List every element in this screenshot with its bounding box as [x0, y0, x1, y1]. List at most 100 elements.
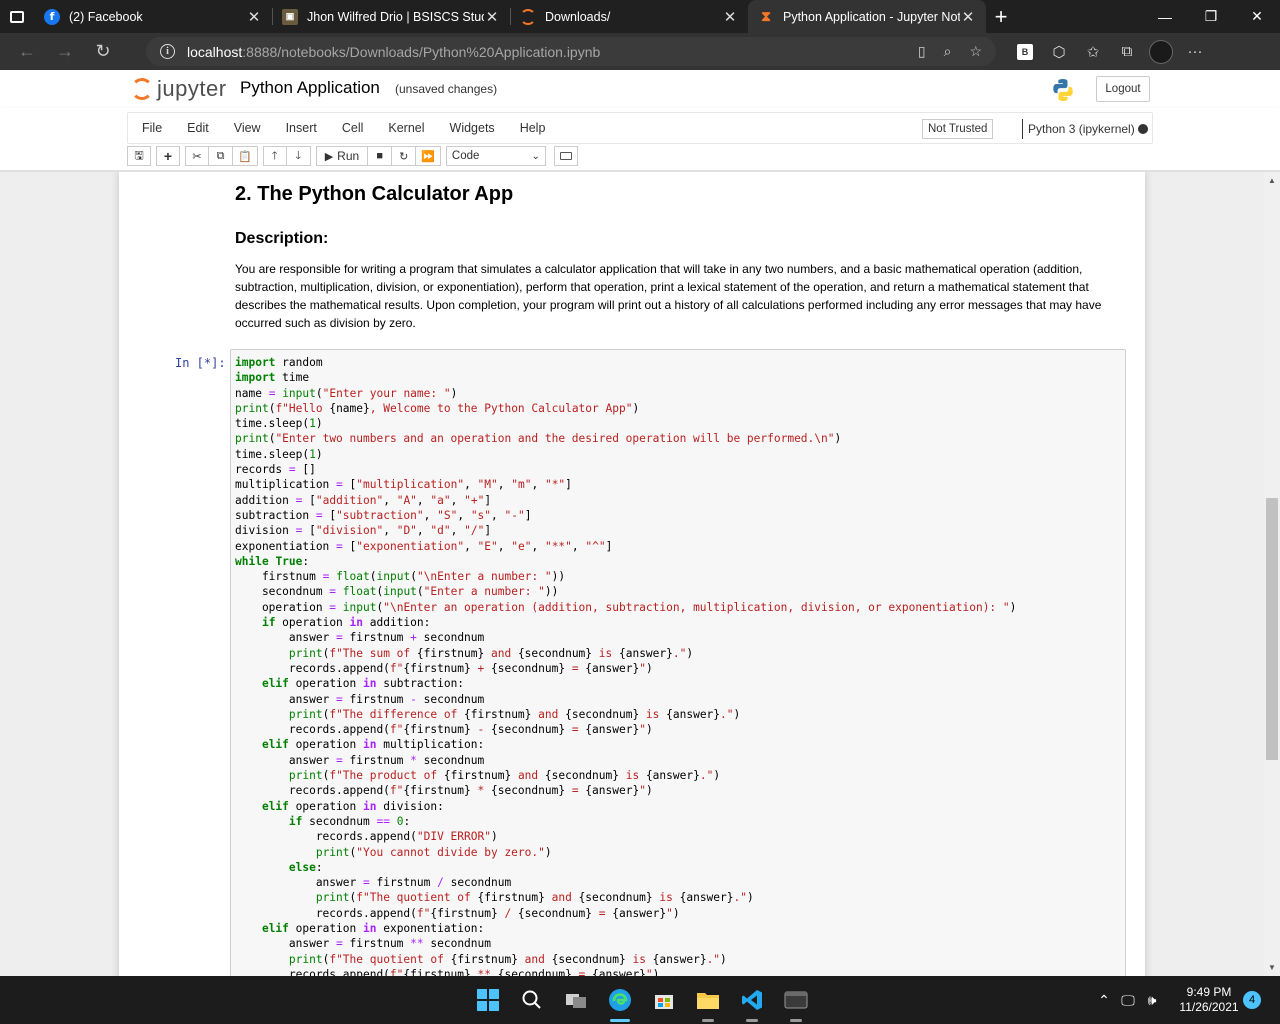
- scrollbar-thumb[interactable]: [1266, 498, 1278, 760]
- vscode-icon: [742, 990, 762, 1010]
- cut-button[interactable]: ✂: [185, 146, 209, 166]
- scroll-up-icon[interactable]: ▲: [1268, 176, 1276, 185]
- taskbar-store[interactable]: [642, 976, 686, 1024]
- cell-type-select[interactable]: Code ⌄: [445, 146, 546, 166]
- menu-insert[interactable]: Insert: [273, 121, 329, 135]
- play-icon: ▶: [324, 150, 334, 163]
- jupyter-logo[interactable]: jupyter: [131, 76, 227, 102]
- restore-icon: ❐: [1204, 8, 1218, 24]
- network-icon[interactable]: 🖵: [1116, 992, 1140, 1009]
- description-heading: Description:: [235, 230, 329, 247]
- url-text[interactable]: localhost:8888/notebooks/Downloads/Pytho…: [187, 44, 600, 60]
- restart-run-all-button[interactable]: ⏩: [416, 146, 441, 166]
- paste-icon: 📋: [238, 150, 252, 163]
- browser-tab-profile[interactable]: ▣ Jhon Wilfred Drio | BSISCS Stude ✕: [272, 0, 510, 33]
- read-aloud-icon[interactable]: ▯: [918, 43, 926, 60]
- volume-icon[interactable]: 🕪: [1140, 992, 1164, 1009]
- browser-tab-facebook[interactable]: f (2) Facebook ✕: [34, 0, 272, 33]
- stop-icon: ■: [376, 150, 384, 162]
- settings-more-button[interactable]: ···: [1178, 33, 1212, 70]
- menu-cell[interactable]: Cell: [329, 121, 376, 135]
- collections-button[interactable]: ⧉: [1110, 33, 1144, 70]
- terminal-icon: [784, 991, 808, 1009]
- taskbar-clock[interactable]: 9:49 PM 11/26/2021: [1178, 985, 1240, 1015]
- system-tray: ⌃ 🖵 🕪: [1092, 976, 1164, 1024]
- close-icon[interactable]: ✕: [722, 8, 738, 26]
- trust-status-button[interactable]: Not Trusted: [922, 119, 994, 139]
- show-hidden-icons-icon[interactable]: ⌃: [1092, 992, 1116, 1009]
- interrupt-button[interactable]: ■: [368, 146, 393, 166]
- description-text: You are responsible for writing a progra…: [235, 262, 1102, 330]
- close-icon[interactable]: ✕: [960, 8, 976, 26]
- extension-b-button[interactable]: B: [1008, 33, 1042, 70]
- address-bar[interactable]: i localhost:8888/notebooks/Downloads/Pyt…: [146, 37, 996, 66]
- taskbar-edge[interactable]: [598, 976, 642, 1024]
- start-button[interactable]: [466, 976, 510, 1024]
- tab-title: Jhon Wilfred Drio | BSISCS Stude: [307, 9, 484, 24]
- paste-button[interactable]: 📋: [233, 146, 258, 166]
- copy-button[interactable]: ⧉: [209, 146, 233, 166]
- jupyter-logo-icon: [131, 78, 153, 100]
- chevron-down-icon: ⌄: [531, 150, 540, 162]
- code-cell[interactable]: import random import time name = input("…: [230, 349, 1126, 976]
- minimize-button[interactable]: —: [1142, 0, 1188, 33]
- close-icon[interactable]: ✕: [246, 8, 262, 26]
- running-app-indicator: [746, 1019, 758, 1022]
- store-icon: [655, 995, 673, 1009]
- folder-icon: [697, 993, 719, 1009]
- scroll-down-icon[interactable]: ▼: [1268, 963, 1276, 972]
- code-editor[interactable]: import random import time name = input("…: [235, 355, 1016, 976]
- logout-button[interactable]: Logout: [1096, 76, 1150, 102]
- task-view-button[interactable]: [554, 976, 598, 1024]
- window-controls: — ❐ ✕: [1142, 0, 1280, 33]
- run-button[interactable]: ▶ Run: [315, 146, 369, 166]
- taskbar-terminal[interactable]: [774, 976, 818, 1024]
- favorites-button[interactable]: ✩: [1076, 33, 1110, 70]
- profile-button[interactable]: [1144, 33, 1178, 70]
- browser-tab-downloads[interactable]: Downloads/ ✕: [510, 0, 748, 33]
- browser-tab-python-application[interactable]: ⧗ Python Application - Jupyter Not ✕: [748, 0, 986, 33]
- notebook-title[interactable]: Python Application: [240, 78, 380, 98]
- menu-edit[interactable]: Edit: [174, 121, 221, 135]
- zoom-icon[interactable]: ⌕: [944, 43, 952, 60]
- new-tab-button[interactable]: +: [986, 0, 1016, 33]
- taskbar-file-explorer[interactable]: [686, 976, 730, 1024]
- address-bar-actions: ▯ ⌕ ☆: [918, 43, 996, 60]
- notification-badge[interactable]: 4: [1243, 991, 1261, 1009]
- restart-button[interactable]: ↻: [392, 146, 417, 166]
- more-icon: ···: [1187, 43, 1203, 60]
- url-host: localhost: [187, 43, 243, 60]
- notebook-container: 2. The Python Calculator App Description…: [119, 172, 1145, 976]
- favorite-add-icon[interactable]: ☆: [969, 43, 982, 60]
- menu-widgets[interactable]: Widgets: [437, 121, 507, 135]
- clock-time: 9:49 PM: [1186, 985, 1232, 999]
- insert-cell-button[interactable]: +: [156, 146, 180, 166]
- vertical-scrollbar[interactable]: ▲ ▼: [1264, 172, 1280, 976]
- back-button[interactable]: ←: [8, 33, 46, 70]
- menu-view[interactable]: View: [221, 121, 273, 135]
- menu-kernel[interactable]: Kernel: [375, 121, 436, 135]
- save-button[interactable]: 🖫: [127, 146, 151, 166]
- menu-file[interactable]: File: [128, 121, 174, 135]
- profile-image-icon: ▣: [282, 8, 298, 25]
- search-button[interactable]: [510, 976, 554, 1024]
- menubar: File Edit View Insert Cell Kernel Widget…: [127, 112, 1153, 144]
- refresh-button[interactable]: ↻: [84, 33, 122, 70]
- restore-button[interactable]: ❐: [1188, 0, 1234, 33]
- extensions-button[interactable]: ⬡: [1042, 33, 1076, 70]
- jupyter-header: jupyter Python Application (unsaved chan…: [0, 70, 1280, 108]
- move-down-button[interactable]: 🡓: [286, 146, 311, 166]
- move-up-button[interactable]: 🡑: [262, 146, 287, 166]
- close-window-button[interactable]: ✕: [1234, 0, 1280, 33]
- puzzle-icon: ⬡: [1052, 43, 1066, 61]
- close-icon: ✕: [1251, 8, 1263, 24]
- info-icon[interactable]: i: [160, 44, 175, 59]
- menu-help[interactable]: Help: [507, 121, 558, 135]
- workspaces-button[interactable]: [0, 0, 34, 33]
- close-icon[interactable]: ✕: [484, 8, 500, 26]
- notebook-scroll-area[interactable]: 2. The Python Calculator App Description…: [0, 172, 1280, 976]
- command-palette-button[interactable]: [553, 146, 578, 166]
- forward-button[interactable]: →: [46, 33, 84, 70]
- taskbar-vscode[interactable]: [730, 976, 774, 1024]
- extension-b-icon: B: [1017, 43, 1033, 60]
